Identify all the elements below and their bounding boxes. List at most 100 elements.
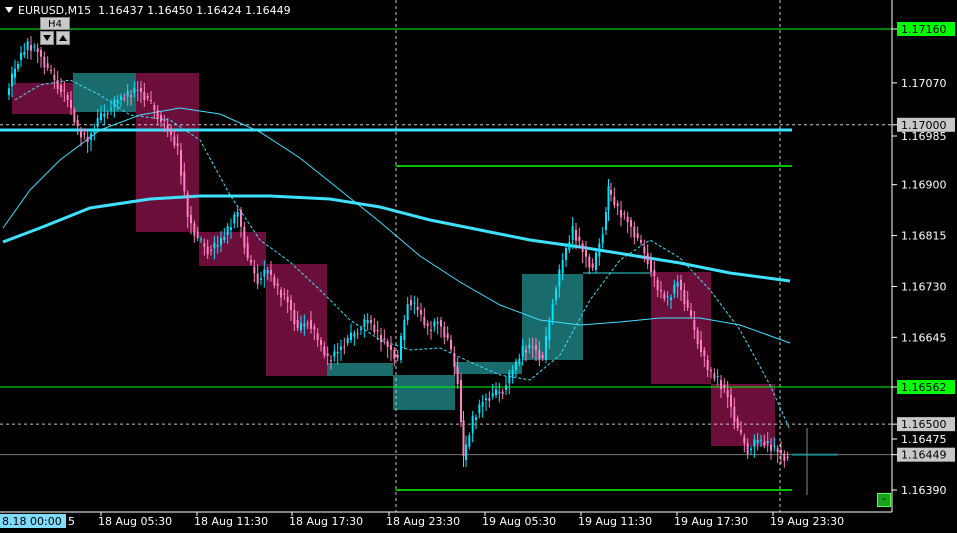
candle-body <box>420 310 422 315</box>
candle-body <box>70 100 72 108</box>
price-chart[interactable]: 1.171601.170701.170001.169851.169001.168… <box>0 0 957 533</box>
candle-body <box>110 108 112 110</box>
price-tick-label: 1.16815 <box>901 230 947 243</box>
candle-body <box>471 416 474 434</box>
candle-body <box>498 391 501 394</box>
price-tick-label: 1.16475 <box>901 433 947 446</box>
candle-body <box>370 320 372 323</box>
candle-body <box>283 293 286 295</box>
candle-body <box>601 234 604 244</box>
candle-body <box>430 330 432 331</box>
candle-body <box>220 238 222 245</box>
candle-body <box>280 290 282 298</box>
candle-body <box>193 223 196 236</box>
candle-body <box>96 118 99 127</box>
candle-body <box>276 283 279 286</box>
candle-body <box>620 210 622 218</box>
candle-body <box>336 352 339 354</box>
price-tick-label: 1.16985 <box>901 130 947 143</box>
candle-body <box>240 210 242 227</box>
candle-body <box>750 448 752 450</box>
candle-body <box>11 73 13 87</box>
candle-body <box>630 220 632 227</box>
candle-body <box>250 260 252 263</box>
timeframe-down-button[interactable] <box>40 31 54 45</box>
candle-body <box>585 250 587 257</box>
chart-header: EURUSD,M15 1.16437 1.16450 1.16424 1.164… <box>5 4 291 17</box>
candle-body <box>386 341 389 347</box>
candle-body <box>73 110 76 122</box>
candle-body <box>653 270 656 276</box>
price-tick-label: 1.16500 <box>901 418 947 431</box>
candle-body <box>478 404 481 414</box>
candle-body <box>83 133 86 135</box>
candle-body <box>733 406 736 423</box>
candle-body <box>50 70 52 71</box>
candle-body <box>713 373 716 379</box>
price-tick-label: 1.16390 <box>901 484 947 497</box>
candle-body <box>605 212 607 230</box>
candle-body <box>475 417 477 420</box>
candle-body <box>176 143 179 146</box>
timeframe-up-button[interactable] <box>56 31 70 45</box>
candle-body <box>686 300 689 308</box>
candle-body <box>538 350 541 359</box>
candle-body <box>303 323 306 327</box>
candle-body <box>595 252 597 270</box>
candle-body <box>103 113 106 117</box>
candle-body <box>456 366 459 384</box>
candle-body <box>776 448 779 452</box>
candle-body <box>521 346 524 357</box>
candle-body <box>495 389 497 395</box>
candle-body <box>186 193 189 217</box>
candle-body <box>190 215 192 224</box>
candle-body <box>14 68 16 78</box>
candle-body <box>286 296 289 302</box>
time-axis: 8.18 00:00 5 18 Aug 05:30 18 Aug 11:30 18 Au… <box>0 512 844 528</box>
candle-body <box>786 456 789 458</box>
candle-body <box>173 136 176 146</box>
candle-body <box>90 133 92 140</box>
candle-body <box>8 88 10 95</box>
candle-body <box>113 99 116 107</box>
candle-body <box>410 300 412 306</box>
candle-body <box>780 450 782 454</box>
ma-slow-line <box>2 194 791 283</box>
candle-body <box>440 320 442 327</box>
candle-body <box>565 248 567 260</box>
candle-body <box>23 52 26 55</box>
candle-body <box>246 243 249 258</box>
candle-body <box>333 351 336 357</box>
candle-body <box>170 130 172 135</box>
time-tick-label: 18 Aug 11:30 <box>194 515 268 528</box>
minimize-button[interactable]: - <box>877 493 891 507</box>
candle-body <box>548 320 551 340</box>
candle-body <box>531 346 534 348</box>
candle-body <box>340 346 342 350</box>
timeframe-switcher[interactable]: H4 <box>40 17 70 47</box>
candle-body <box>623 213 626 215</box>
price-tick-label: 1.17160 <box>901 23 947 36</box>
candle-body <box>581 243 584 252</box>
candle-body <box>230 227 232 230</box>
candle-body <box>763 441 766 446</box>
candle-body <box>423 316 426 326</box>
candle-body <box>746 443 749 454</box>
candle-body <box>646 253 649 264</box>
candle-body <box>390 345 392 350</box>
candle-body <box>561 260 564 274</box>
candle-body <box>46 63 49 68</box>
candle-body <box>30 45 32 51</box>
candle-body <box>60 85 62 92</box>
candle-body <box>130 95 132 97</box>
candle-body <box>575 230 577 241</box>
h4-box <box>136 73 199 232</box>
candle-body <box>216 245 219 247</box>
chart-menu-icon[interactable] <box>5 7 13 13</box>
candle-body <box>53 75 56 80</box>
candle-body <box>296 320 299 328</box>
candle-body <box>150 100 152 101</box>
candle-body <box>703 350 706 356</box>
candle-body <box>511 370 514 377</box>
price-tick-label: 1.17070 <box>901 77 947 90</box>
